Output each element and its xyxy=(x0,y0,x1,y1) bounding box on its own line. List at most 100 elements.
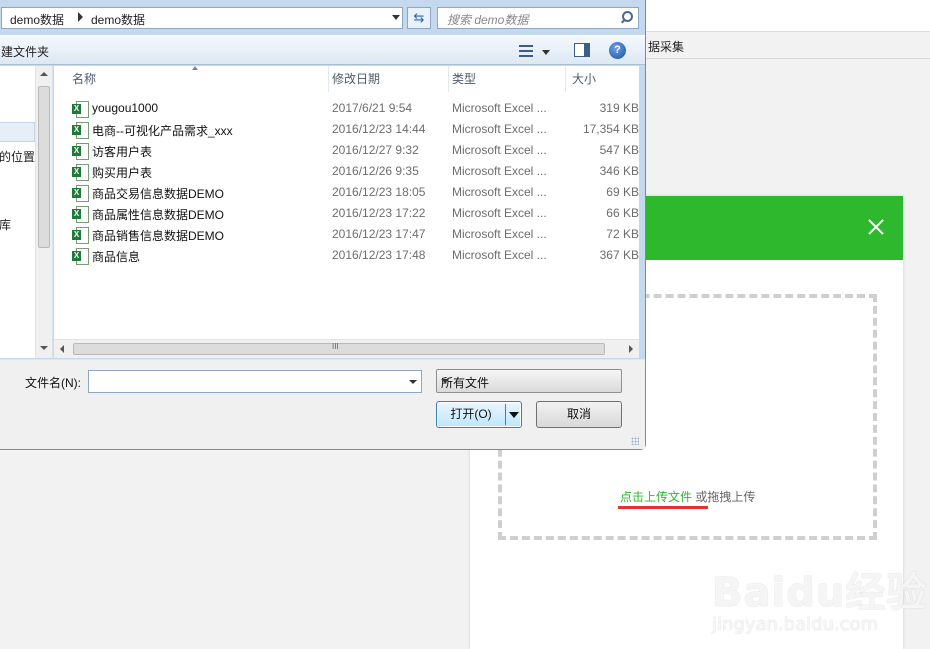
menu-item-data-collection[interactable]: 据采集 xyxy=(648,38,684,55)
file-name: 购买用户表 xyxy=(92,166,153,180)
excel-file-icon xyxy=(72,164,89,181)
horizontal-scroll-thumb[interactable]: III xyxy=(73,342,605,355)
file-type: Microsoft Excel ... xyxy=(452,227,547,241)
file-date: 2016/12/23 18:05 xyxy=(332,185,426,199)
drag-upload-hint: 或拖拽上传 xyxy=(692,490,756,504)
watermark-main: Baidu经验 xyxy=(712,570,928,616)
highlight-underline xyxy=(618,506,708,509)
excel-file-icon xyxy=(72,227,89,244)
column-header-size[interactable]: 大小 xyxy=(566,66,639,92)
breadcrumb-item[interactable]: demo数据 xyxy=(91,11,145,28)
refresh-icon[interactable]: ⇆ xyxy=(407,7,431,29)
file-row[interactable]: 电商--可视化产品需求_xxx 2016/12/23 14:44 Microso… xyxy=(54,119,639,140)
baidu-watermark: Baidu经验 jingyan.baidu.com xyxy=(712,560,927,635)
column-label: 类型 xyxy=(452,72,477,86)
file-name: 电商--可视化产品需求_xxx xyxy=(92,124,233,138)
search-input[interactable]: 搜索 demo数据 xyxy=(437,7,639,29)
chevron-down-icon[interactable] xyxy=(542,50,550,55)
breadcrumb-item[interactable]: demo数据 xyxy=(10,11,64,28)
file-date: 2016/12/27 9:32 xyxy=(332,143,419,157)
file-date: 2016/12/23 14:44 xyxy=(332,122,426,136)
file-name: 商品交易信息数据DEMO xyxy=(92,187,225,201)
file-date: 2016/12/23 17:22 xyxy=(332,206,426,220)
excel-file-icon xyxy=(72,248,89,265)
file-type: Microsoft Excel ... xyxy=(452,143,547,157)
file-row[interactable]: yougou1000 2017/6/21 9:54 Microsoft Exce… xyxy=(54,98,639,119)
navigation-pane: 的位置 库 xyxy=(0,66,53,358)
file-type: Microsoft Excel ... xyxy=(452,101,547,115)
help-icon[interactable]: ? xyxy=(609,42,626,59)
excel-file-icon xyxy=(72,185,89,202)
scroll-left-icon[interactable] xyxy=(60,345,64,353)
column-label: 修改日期 xyxy=(332,72,381,86)
file-row[interactable]: 商品属性信息数据DEMO 2016/12/23 17:22 Microsoft … xyxy=(54,203,639,224)
file-row[interactable]: 商品交易信息数据DEMO 2016/12/23 18:05 Microsoft … xyxy=(54,182,639,203)
excel-file-icon xyxy=(72,143,89,160)
sort-ascending-icon xyxy=(192,66,198,70)
cancel-button[interactable]: 取消 xyxy=(536,401,622,428)
file-row[interactable]: 商品信息 2016/12/23 17:48 Microsoft Excel ..… xyxy=(54,245,639,266)
file-date: 2017/6/21 9:54 xyxy=(332,101,413,115)
close-icon[interactable] xyxy=(865,216,887,238)
chevron-down-icon[interactable] xyxy=(509,412,519,418)
file-row[interactable]: 访客用户表 2016/12/27 9:32 Microsoft Excel ..… xyxy=(54,140,639,161)
preview-pane-icon[interactable] xyxy=(574,43,590,57)
file-name: 商品信息 xyxy=(92,250,141,264)
file-size: 319 KB xyxy=(599,101,639,115)
file-row[interactable]: 购买用户表 2016/12/26 9:35 Microsoft Excel ..… xyxy=(54,161,639,182)
scroll-grip-icon: III xyxy=(332,342,339,351)
file-size: 547 KB xyxy=(599,143,639,157)
column-label: 名称 xyxy=(72,72,97,86)
file-date: 2016/12/23 17:47 xyxy=(332,227,426,241)
file-type: Microsoft Excel ... xyxy=(452,185,547,199)
column-header-date[interactable]: 修改日期 xyxy=(329,66,449,92)
file-size: 69 KB xyxy=(606,185,639,199)
file-date: 2016/12/26 9:35 xyxy=(332,164,419,178)
nav-selected-item[interactable] xyxy=(0,122,35,142)
file-open-dialog: demo数据 demo数据 ⇆ 搜索 demo数据 建文件夹 ? 的位置 库 名… xyxy=(0,0,646,450)
chevron-down-icon[interactable] xyxy=(441,379,449,383)
excel-file-icon xyxy=(72,101,89,118)
nav-item-libraries[interactable]: 库 xyxy=(0,216,11,233)
open-button[interactable]: 打开(O) xyxy=(436,401,522,428)
filename-input[interactable] xyxy=(88,370,422,393)
dialog-toolbar: 建文件夹 ? xyxy=(0,35,645,65)
nav-scroll-thumb[interactable] xyxy=(38,86,50,248)
filetype-select[interactable]: 所有文件 xyxy=(436,369,622,393)
search-placeholder: 搜索 demo数据 xyxy=(447,13,529,27)
file-size: 66 KB xyxy=(606,206,639,220)
file-type: Microsoft Excel ... xyxy=(452,248,547,262)
excel-file-icon xyxy=(72,206,89,223)
file-name: 商品销售信息数据DEMO xyxy=(92,229,225,243)
drop-zone-text: 点击上传文件 或拖拽上传 xyxy=(620,488,755,505)
file-name: 商品属性信息数据DEMO xyxy=(92,208,225,222)
chevron-down-icon[interactable] xyxy=(409,380,417,384)
address-row: demo数据 demo数据 ⇆ 搜索 demo数据 xyxy=(0,1,645,31)
filename-label: 文件名(N): xyxy=(25,376,81,390)
dialog-footer: 文件名(N): 所有文件 打开(O) 取消 xyxy=(0,359,645,449)
search-icon[interactable] xyxy=(620,11,633,23)
nav-scrollbar[interactable] xyxy=(35,66,52,358)
nav-item-locations[interactable]: 的位置 xyxy=(0,148,35,165)
file-row[interactable]: 商品销售信息数据DEMO 2016/12/23 17:47 Microsoft … xyxy=(54,224,639,245)
file-size: 72 KB xyxy=(606,227,639,241)
column-header-name[interactable]: 名称 xyxy=(54,66,329,92)
upload-file-link[interactable]: 点击上传文件 xyxy=(620,490,692,504)
scroll-up-icon[interactable] xyxy=(40,72,48,76)
page-top-bar xyxy=(640,0,930,32)
page-menu-bar: 据采集 xyxy=(640,33,930,59)
scroll-down-icon[interactable] xyxy=(40,346,48,350)
file-date: 2016/12/23 17:48 xyxy=(332,248,426,262)
resize-grip-icon[interactable] xyxy=(631,437,639,445)
file-type: Microsoft Excel ... xyxy=(452,206,547,220)
address-bar[interactable]: demo数据 demo数据 xyxy=(1,7,403,29)
column-label: 大小 xyxy=(572,72,597,86)
breadcrumb-arrow-icon[interactable] xyxy=(78,12,83,22)
chevron-down-icon[interactable] xyxy=(392,15,400,20)
file-name: yougou1000 xyxy=(92,101,159,115)
scroll-right-icon[interactable] xyxy=(629,345,633,353)
new-folder-button[interactable]: 建文件夹 xyxy=(1,43,49,60)
column-header-type[interactable]: 类型 xyxy=(449,66,566,92)
view-options-icon[interactable] xyxy=(519,45,533,57)
horizontal-scrollbar[interactable]: III xyxy=(54,339,639,358)
